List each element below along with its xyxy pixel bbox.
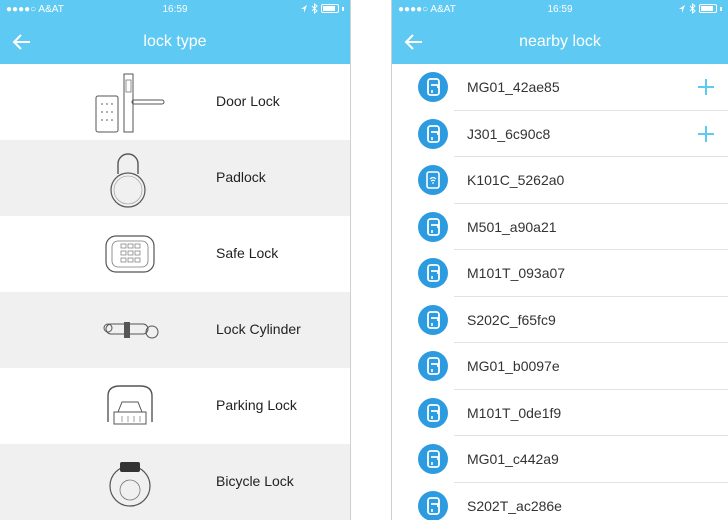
battery-icon [321, 4, 339, 13]
lock-avatar [418, 397, 448, 428]
lock-name: J301_6c90c8 [467, 125, 551, 142]
keypad-lock-icon [426, 171, 440, 189]
nav-bar: nearby lock [392, 20, 728, 64]
door-lock-icon [427, 264, 440, 282]
lock-avatar [418, 351, 448, 381]
lock-avatar [418, 165, 448, 195]
lock-name: MG01_b0097e [467, 358, 560, 374]
bluetooth-icon [689, 3, 696, 14]
lock-type-screen: ●●●●○ A&AT 16:59 lock type Door Lock Pad… [0, 0, 351, 520]
door-lock-icon [427, 310, 440, 329]
lock-type-row-bicycle[interactable]: Bicycle Lock [0, 444, 350, 520]
add-lock-icon[interactable] [694, 75, 718, 99]
lock-type-label: Bicycle Lock [216, 473, 294, 489]
door-lock-icon [427, 217, 440, 236]
status-bar: ●●●●○ A&AT 16:59 [392, 0, 728, 20]
nearby-lock-row[interactable]: S202C_f65fc9 [392, 297, 728, 343]
lock-avatar [418, 258, 448, 288]
location-icon [301, 4, 307, 13]
lock-type-row-padlock[interactable]: Padlock [0, 140, 350, 216]
lock-type-row-cylinder[interactable]: Lock Cylinder [0, 292, 350, 368]
status-icons [300, 3, 344, 14]
battery-icon [699, 4, 717, 13]
lock-name: M501_a90a21 [467, 218, 557, 235]
location-icon [679, 4, 685, 13]
parking-lock-icon [107, 385, 153, 425]
nearby-lock-row[interactable]: MG01_b0097e [392, 343, 728, 390]
status-bar: ●●●●○ A&AT 16:59 [0, 0, 350, 20]
lock-name: MG01_42ae85 [467, 79, 560, 95]
lock-name: S202T_ac286e [467, 497, 562, 514]
lock-name: M101T_093a07 [467, 265, 566, 281]
page-title: lock type [143, 33, 207, 50]
lock-cylinder-icon [103, 322, 159, 339]
page-title: nearby lock [519, 33, 601, 50]
nearby-lock-row[interactable]: M101T_0de1f9 [392, 390, 728, 436]
nearby-lock-screen: ●●●●○ A&AT 16:59 nearby lock MG01_42ae85… [391, 0, 728, 520]
lock-avatar [418, 304, 448, 335]
bicycle-lock-icon [109, 462, 151, 507]
lock-avatar [418, 72, 448, 102]
lock-avatar [418, 118, 448, 149]
lock-type-row-safe[interactable]: Safe Lock [0, 216, 350, 292]
door-lock-icon [427, 357, 440, 375]
lock-type-label: Door Lock [216, 93, 280, 109]
lock-type-label: Parking Lock [216, 397, 297, 413]
bluetooth-icon [311, 3, 318, 14]
lock-type-row-parking[interactable]: Parking Lock [0, 368, 350, 444]
lock-name: MG01_c442a9 [467, 451, 559, 467]
door-lock-icon [427, 496, 440, 515]
lock-name: S202C_f65fc9 [467, 311, 556, 328]
door-lock-icon [427, 124, 440, 143]
door-lock-icon [427, 78, 440, 96]
lock-type-label: Padlock [216, 169, 266, 185]
lock-avatar [418, 490, 448, 520]
lock-avatar [418, 211, 448, 242]
lock-type-label: Lock Cylinder [216, 321, 301, 337]
lock-type-label: Safe Lock [216, 245, 279, 261]
nearby-lock-row[interactable]: J301_6c90c8 [392, 111, 728, 157]
nav-bar: lock type [0, 20, 350, 64]
lock-name: M101T_0de1f9 [467, 404, 562, 421]
lock-type-row-door[interactable]: Door Lock [0, 64, 350, 140]
padlock-icon [110, 153, 146, 208]
nearby-lock-row[interactable]: S202T_ac286e [392, 483, 728, 520]
lock-avatar [418, 444, 448, 474]
status-time: 16:59 [162, 4, 188, 15]
nearby-lock-row[interactable]: MG01_42ae85 [392, 64, 728, 111]
nearby-lock-row[interactable]: M101T_093a07 [392, 250, 728, 297]
add-lock-icon[interactable] [694, 122, 718, 146]
nearby-lock-row[interactable]: MG01_c442a9 [392, 436, 728, 483]
lock-name: K101C_5262a0 [467, 172, 565, 188]
door-lock-icon [427, 450, 440, 468]
door-lock-icon [95, 73, 165, 133]
safe-lock-icon [105, 235, 155, 273]
door-lock-icon [427, 403, 440, 422]
nearby-lock-row[interactable]: K101C_5262a0 [392, 157, 728, 204]
status-icons [678, 3, 722, 14]
nearby-lock-row[interactable]: M501_a90a21 [392, 204, 728, 250]
